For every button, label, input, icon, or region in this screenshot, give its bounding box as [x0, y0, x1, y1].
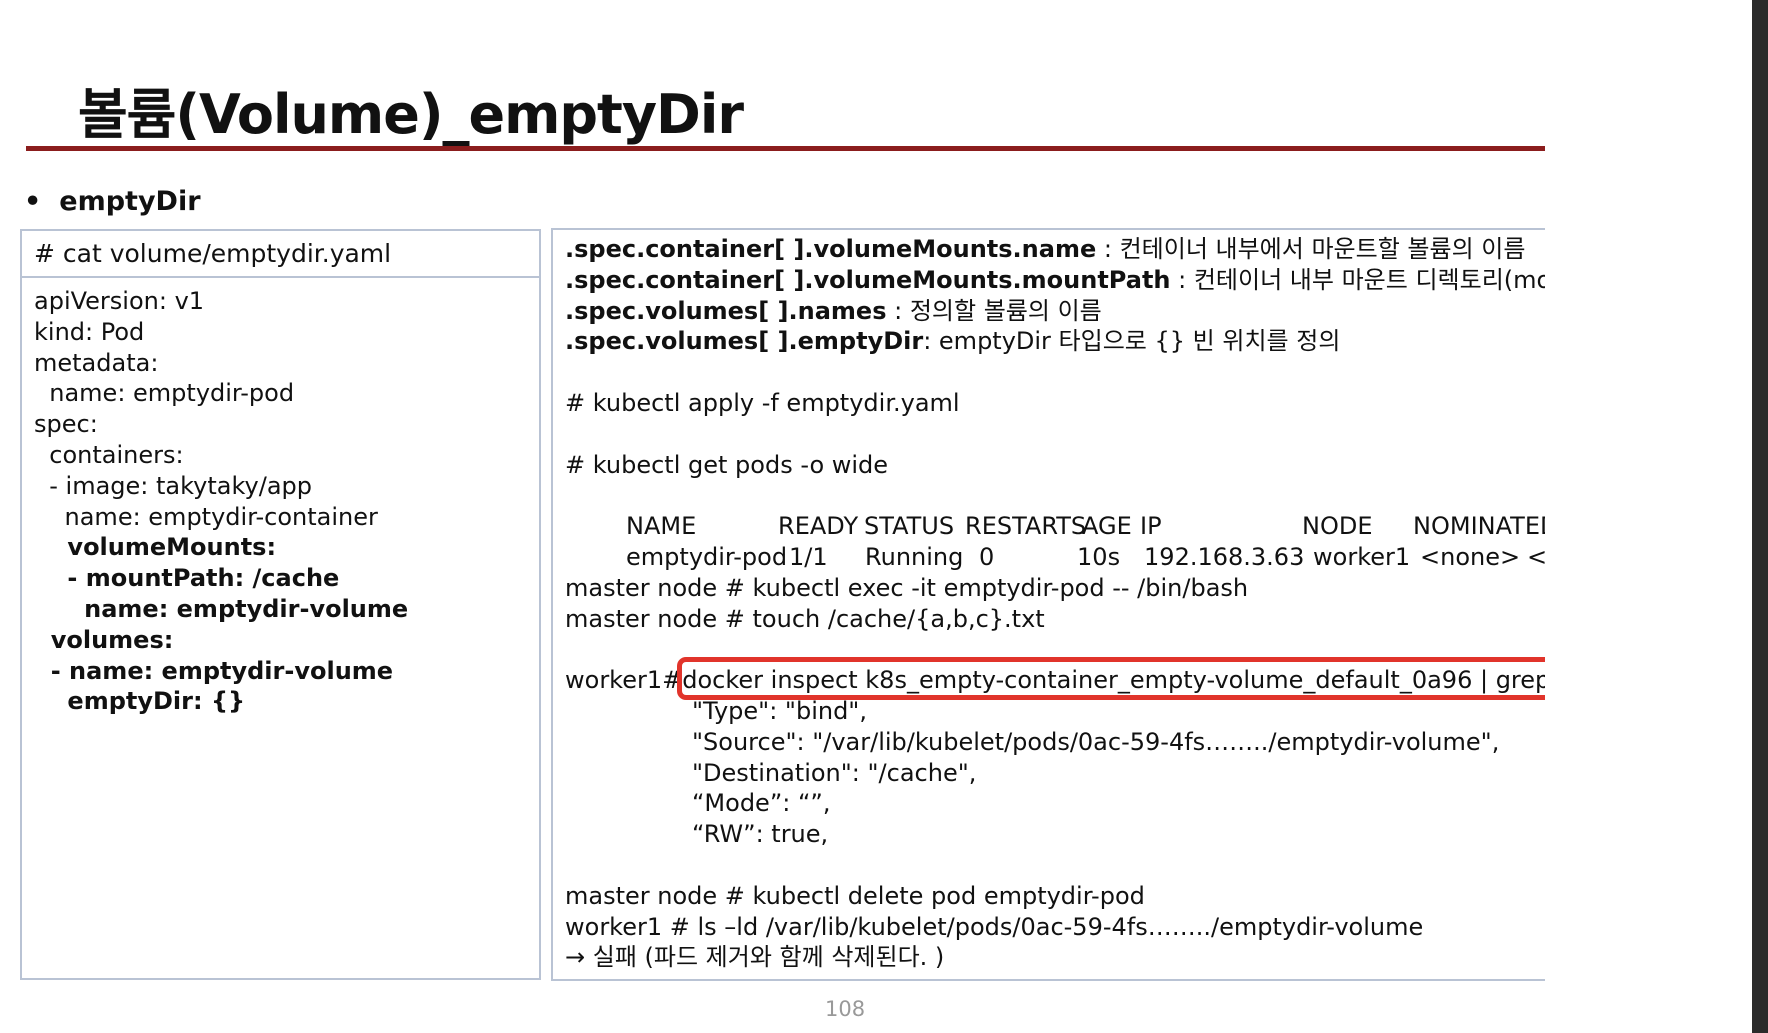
inspect-output-line: “RW”: true, [692, 820, 829, 849]
bullet-dot-icon: • [24, 186, 42, 217]
inspect-output-line: "Source": "/var/lib/kubelet/pods/0ac-59-… [692, 727, 1500, 756]
exec-command: master node # kubectl exec -it emptydir-… [565, 573, 1249, 602]
highlight-box [677, 657, 1686, 700]
spec-line: .spec.volumes[ ].names : 정의할 볼륨의 이름 [565, 296, 1697, 327]
spec-desc: : 컨테이너 내부에서 마운트할 볼륨의 이름 [1096, 235, 1526, 263]
cell-restarts: 0 [979, 542, 995, 571]
touch-command: master node # touch /cache/{a,b,c}.txt [565, 604, 1045, 633]
result-line: → 실패 (파드 제거와 함께 삭제된다. ) [565, 943, 945, 972]
inspect-output-line: "Type": "bind", [692, 696, 867, 725]
yaml-line: containers: [34, 440, 184, 469]
cell-node: worker1 [1313, 542, 1411, 571]
yaml-panel: # cat volume/emptydir.yaml apiVersion: v… [20, 229, 541, 980]
spec-key: .spec.volumes[ ].emptyDir [565, 327, 924, 356]
cell-name: emptydir-pod [626, 542, 788, 571]
col-restarts: RESTARTS [965, 512, 1087, 541]
inspect-output-line: “Mode”: “”, [692, 789, 831, 818]
col-name: NAME [626, 512, 697, 541]
yaml-panel-header: # cat volume/emptydir.yaml [22, 231, 539, 278]
yaml-code: apiVersion: v1 kind: Pod metadata: name: e… [22, 278, 539, 725]
cell-age: 10s [1077, 542, 1121, 571]
col-age: AGE [1082, 512, 1132, 541]
col-status: STATUS [864, 512, 955, 541]
yaml-line: name: emptydir-pod [34, 379, 295, 408]
yaml-line: - name: emptydir-volume [34, 656, 394, 685]
yaml-line: spec: [34, 410, 98, 439]
yaml-line: name: emptydir-volume [34, 594, 409, 623]
yaml-line: apiVersion: v1 [34, 287, 205, 315]
yaml-line: - mountPath: /cache [34, 564, 340, 593]
cell-nominated: <none> [1420, 542, 1521, 571]
col-ip: IP [1140, 512, 1162, 541]
get-pods-command: # kubectl get pods -o wide [565, 450, 889, 479]
bullet-label: emptyDir [59, 186, 201, 217]
yaml-line: kind: Pod [34, 317, 145, 346]
yaml-line: volumeMounts: [34, 533, 277, 562]
title-rule [26, 146, 1732, 151]
spec-key: .spec.container[ ].volumeMounts.mountPat… [565, 265, 1171, 294]
worker-prompt: worker1# [565, 666, 683, 695]
spec-key: .spec.volumes[ ].names [565, 296, 887, 325]
cell-ready: 1/1 [789, 542, 828, 571]
slide-title: 볼륨(Volume)_emptyDir [78, 83, 744, 146]
spec-line: .spec.volumes[ ].emptyDir: emptyDir 타입으로… [565, 326, 1697, 357]
delete-command: master node # kubectl delete pod emptydi… [565, 881, 1145, 910]
spec-desc: : 정의할 볼륨의 이름 [886, 296, 1102, 325]
spec-lines: .spec.container[ ].volumeMounts.name : 컨… [565, 234, 1697, 357]
yaml-line: name: emptydir-container [34, 502, 378, 531]
cell-ip: 192.168.3.63 [1144, 542, 1305, 571]
explanation-panel: .spec.container[ ].volumeMounts.name : 컨… [551, 228, 1711, 981]
yaml-line: emptyDir: {} [34, 687, 246, 716]
ls-command: worker1 # ls –ld /var/lib/kubelet/pods/0… [565, 912, 1424, 941]
inspect-output: "Type": "bind", "Source": "/var/lib/kubel… [565, 696, 1697, 850]
pods-table-header: NAME READY STATUS RESTARTSAGE IP NODE NOMINATE… [565, 480, 1697, 540]
spec-line: .spec.container[ ].volumeMounts.mountPat… [565, 265, 1697, 296]
yaml-line: metadata: [34, 348, 159, 377]
apply-command: # kubectl apply -f emptydir.yaml [565, 388, 960, 417]
inspect-output-line: "Destination": "/cache", [692, 758, 977, 787]
spec-key: .spec.container[ ].volumeMounts.name [565, 235, 1097, 263]
cell-status: Running [865, 542, 964, 571]
scrollbar[interactable] [1752, 0, 1768, 1033]
col-ready: READY [778, 512, 859, 541]
slide: 볼륨(Volume)_emptyDir • emptyDir # cat volu… [0, 0, 1732, 1033]
yaml-line: - image: takytaky/app [34, 471, 313, 500]
page-number: 108 [825, 997, 866, 1021]
explanation-content: .spec.container[ ].volumeMounts.name : 컨… [553, 230, 1709, 977]
col-node: NODE [1302, 512, 1373, 541]
yaml-line: volumes: [34, 625, 174, 654]
window-margin [1545, 0, 1752, 1033]
spec-desc: : emptyDir 타입으로 {} 빈 위치를 정의 [923, 327, 1341, 356]
bullet-item: • emptyDir [24, 186, 201, 217]
spec-line: .spec.container[ ].volumeMounts.name : 컨… [565, 234, 1697, 265]
